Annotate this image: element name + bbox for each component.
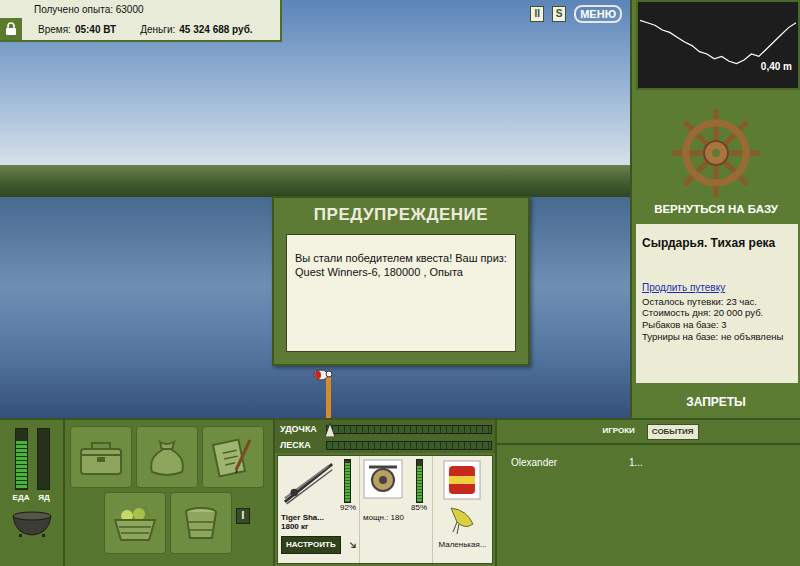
chat-tab[interactable]: СОБЫТИЯ — [647, 424, 699, 440]
cauldron-icon[interactable] — [11, 508, 53, 538]
tension-gauge: ЛЕСКА — [280, 439, 492, 451]
gauge-track — [326, 441, 492, 450]
need-label: ЕДА — [13, 492, 30, 504]
arrow-icon[interactable] — [349, 539, 356, 551]
shore — [0, 165, 630, 197]
bans-button[interactable]: ЗАПРЕТЫ — [632, 385, 800, 418]
depth-reading: 0,40 m — [761, 59, 792, 74]
rod-wear-fill — [345, 463, 350, 502]
rod-name: Tiger Sha... — [281, 513, 356, 523]
sack-icon[interactable] — [136, 426, 198, 488]
base-info: Сырдарья. Тихая река Продлить путевку Ос… — [634, 222, 800, 385]
return-base-button[interactable]: ВЕРНУТЬСЯ НА БАЗУ — [632, 90, 800, 222]
time-value: 05:40 ВТ — [75, 22, 116, 37]
rod-icon[interactable] — [281, 459, 336, 507]
player-name: Olexander — [511, 455, 629, 470]
reel-icon[interactable] — [363, 459, 403, 499]
need-track — [15, 428, 28, 490]
return-base-text[interactable]: ВЕРНУТЬСЯ НА БАЗУ — [654, 201, 778, 222]
gauge-label: ЛЕСКА — [280, 439, 326, 451]
line-spool-icon[interactable] — [443, 460, 481, 500]
float-icon — [312, 366, 336, 418]
reel-wear-bar — [416, 459, 423, 503]
info-line: Стоимость дня: 20 000 руб. — [642, 307, 794, 319]
event-value: 1... — [629, 455, 643, 470]
pointer-icon — [325, 423, 335, 437]
info-line: Осталось путевки: 23 час. — [642, 296, 794, 308]
button-label[interactable]: II — [534, 8, 540, 19]
toolbar-button[interactable]: S — [552, 6, 566, 22]
tackle-bag-icon[interactable] — [70, 426, 132, 488]
depth-line — [640, 20, 796, 63]
need-track — [37, 428, 50, 490]
need-fill — [16, 441, 27, 489]
button-label[interactable]: S — [556, 8, 563, 19]
lure-icon[interactable] — [445, 504, 479, 536]
experience-text: Получено опыта: 63000 — [0, 0, 280, 18]
lure-name: Маленькая... — [438, 540, 486, 550]
extend-link[interactable]: Продлить путевку — [642, 280, 725, 295]
event-row[interactable]: Olexander1... — [511, 455, 786, 470]
warning-dialog: ПРЕДУПРЕЖДЕНИЕ Вы стали победителем квес… — [272, 196, 530, 366]
reel-wear-text: 85% — [411, 503, 427, 513]
rod-wear-text: 92% — [340, 503, 356, 513]
button-label[interactable]: МЕНЮ — [580, 8, 616, 20]
need-label: ЯД — [38, 492, 49, 504]
setup-button[interactable]: НАСТРОИТЬ — [281, 536, 341, 554]
dialog-title: ПРЕДУПРЕЖДЕНИЕ — [274, 198, 528, 232]
reel-slot[interactable]: 85% мощн.: 180 — [360, 456, 433, 563]
food-basket-icon[interactable] — [104, 492, 166, 554]
dialog-message: Вы стали победителем квеста! Ваш приз: Q… — [286, 234, 516, 352]
info-line: Рыбаков на базе: 3 — [642, 319, 794, 331]
lake-scene[interactable]: Получено опыта: 63000 Время: 05:40 ВТ Де… — [0, 0, 632, 418]
toolbar-button[interactable]: II — [530, 6, 544, 22]
chat-tab[interactable]: ИГРОКИ — [598, 424, 638, 440]
rod-weight: 1800 кг — [281, 522, 356, 532]
status-panel: Получено опыта: 63000 Время: 05:40 ВТ Де… — [0, 0, 282, 42]
gauge-track — [326, 425, 492, 434]
inventory-button[interactable]: I — [236, 508, 250, 524]
rod-wear-bar — [344, 459, 351, 503]
info-line: Турниры на базе: не объявлены — [642, 331, 794, 343]
bucket-icon[interactable] — [170, 492, 232, 554]
menu-button[interactable]: МЕНЮ — [574, 5, 622, 23]
top-buttons: II S МЕНЮ — [530, 5, 622, 23]
money-label: Деньги: — [140, 22, 175, 37]
depth-chart: 0,40 m — [636, 0, 800, 90]
tension-gauge: УДОЧКА — [280, 423, 492, 435]
gauge-label: УДОЧКА — [280, 423, 326, 435]
lock-icon[interactable] — [0, 18, 22, 40]
need-meter: ЯД — [37, 428, 50, 504]
location-name: Сырдарья. Тихая река — [642, 234, 794, 252]
ship-wheel-icon[interactable] — [668, 105, 764, 201]
reel-wear-fill — [417, 466, 422, 502]
notes-icon[interactable] — [202, 426, 264, 488]
money-value: 45 324 688 руб. — [179, 22, 252, 37]
time-label: Время: — [38, 22, 71, 37]
reel-power: мощн.: 180 — [363, 513, 429, 523]
rod-slot[interactable]: 92% Tiger Sha... 1800 кг НАСТРОИТЬ — [278, 456, 360, 563]
need-meter: ЕДА — [13, 428, 30, 504]
